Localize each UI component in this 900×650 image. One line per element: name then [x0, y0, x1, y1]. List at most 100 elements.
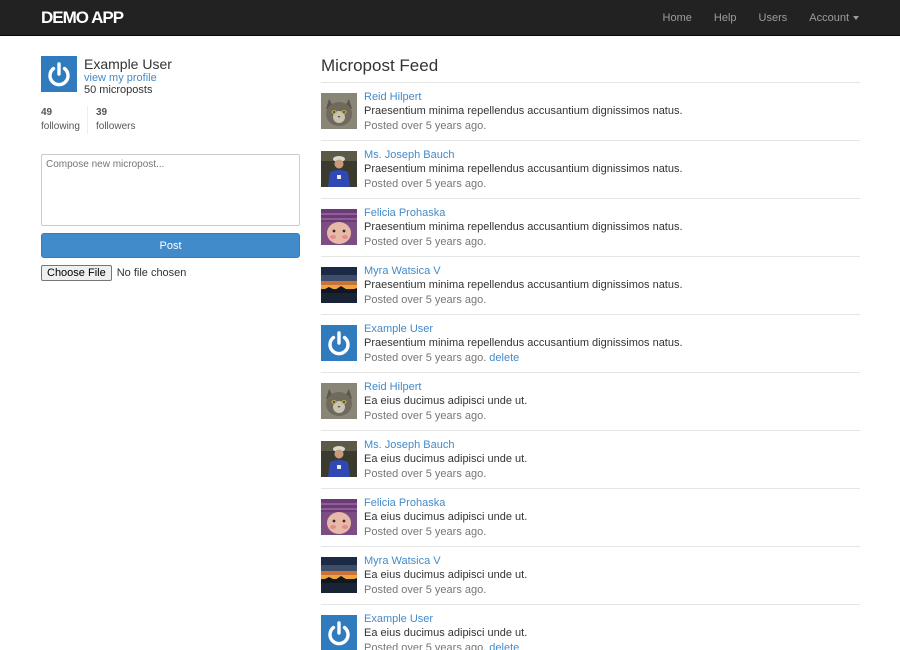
post-user-link[interactable]: Example User [364, 613, 433, 625]
stats: 49 following 39 followers [41, 106, 300, 136]
post-content: Praesentium minima repellendus accusanti… [364, 163, 683, 175]
cat-icon [321, 383, 357, 419]
person-icon [321, 441, 357, 477]
post-content: Ea eius ducimus adipisci unde ut. [364, 627, 528, 639]
post-content: Ea eius ducimus adipisci unde ut. [364, 511, 528, 523]
brand-logo[interactable]: DEMO APP [41, 8, 124, 28]
micropost: Example User Ea eius ducimus adipisci un… [321, 605, 860, 650]
post-avatar[interactable] [321, 151, 357, 187]
account-dropdown[interactable]: Account [809, 12, 859, 24]
post-avatar[interactable] [321, 267, 357, 303]
post-avatar[interactable] [321, 325, 357, 361]
post-timestamp: Posted over 5 years ago. [364, 178, 486, 190]
post-time-text: Posted over 5 years ago. [364, 352, 487, 364]
post-user-link[interactable]: Myra Watsica V [364, 265, 441, 277]
caret-down-icon [853, 15, 859, 20]
nav-help-link[interactable]: Help [714, 12, 737, 24]
post-avatar[interactable] [321, 615, 357, 650]
account-label: Account [809, 11, 849, 24]
micropost: Example User Praesentium minima repellen… [321, 315, 860, 373]
following-stat[interactable]: 49 following [41, 106, 80, 134]
feed-list: Reid Hilpert Praesentium minima repellen… [321, 83, 860, 650]
post-timestamp: Posted over 5 years ago. [364, 410, 486, 422]
post-user-link[interactable]: Reid Hilpert [364, 381, 421, 393]
feed-title: Micropost Feed [321, 56, 860, 83]
choose-file-button[interactable]: Choose File [41, 265, 112, 281]
micropost: Myra Watsica V Ea eius ducimus adipisci … [321, 547, 860, 605]
compose-textarea[interactable] [41, 154, 300, 226]
micropost: Felicia Prohaska Praesentium minima repe… [321, 199, 860, 257]
post-user-link[interactable]: Felicia Prohaska [364, 207, 445, 219]
post-content: Ea eius ducimus adipisci unde ut. [364, 453, 528, 465]
post-timestamp: Posted over 5 years ago. [364, 294, 486, 306]
user-name: Example User [84, 56, 172, 72]
user-avatar[interactable] [41, 56, 77, 92]
post-avatar[interactable] [321, 557, 357, 593]
post-time-text: Posted over 5 years ago. [364, 526, 487, 538]
following-count: 49 [41, 107, 53, 118]
person-icon [321, 151, 357, 187]
sunset-icon [321, 557, 357, 593]
micropost: Reid Hilpert Praesentium minima repellen… [321, 83, 860, 141]
navbar: DEMO APP Home Help Users Account [0, 0, 900, 36]
post-time-text: Posted over 5 years ago. [364, 410, 487, 422]
followers-stat[interactable]: 39 followers [87, 106, 135, 134]
file-input: Choose File No file chosen [41, 265, 300, 281]
nav-home-link[interactable]: Home [663, 12, 692, 24]
post-time-text: Posted over 5 years ago. [364, 178, 487, 190]
power-icon [321, 325, 357, 361]
nav-users-link[interactable]: Users [759, 12, 788, 24]
micropost: Ms. Joseph Bauch Ea eius ducimus adipisc… [321, 431, 860, 489]
post-timestamp: Posted over 5 years ago. [364, 526, 486, 538]
post-avatar[interactable] [321, 209, 357, 245]
delete-post-link[interactable]: delete [489, 642, 519, 650]
post-time-text: Posted over 5 years ago. [364, 294, 487, 306]
baby-icon [321, 499, 357, 535]
micropost: Myra Watsica V Praesentium minima repell… [321, 257, 860, 315]
power-icon [321, 615, 357, 650]
post-user-link[interactable]: Reid Hilpert [364, 91, 421, 103]
post-user-link[interactable]: Ms. Joseph Bauch [364, 149, 455, 161]
post-timestamp: Posted over 5 years ago. delete [364, 642, 519, 650]
followers-count: 39 [96, 107, 108, 118]
baby-icon [321, 209, 357, 245]
post-avatar[interactable] [321, 441, 357, 477]
post-timestamp: Posted over 5 years ago. [364, 468, 486, 480]
micropost-count: 50 microposts [84, 84, 153, 96]
sidebar: Example User view my profile 50 micropos… [41, 56, 300, 281]
post-timestamp: Posted over 5 years ago. [364, 584, 486, 596]
micropost: Felicia Prohaska Ea eius ducimus adipisc… [321, 489, 860, 547]
post-timestamp: Posted over 5 years ago. delete [364, 352, 519, 364]
micropost: Ms. Joseph Bauch Praesentium minima repe… [321, 141, 860, 199]
power-icon [41, 56, 77, 92]
post-time-text: Posted over 5 years ago. [364, 468, 487, 480]
post-content: Ea eius ducimus adipisci unde ut. [364, 395, 528, 407]
delete-post-link[interactable]: delete [489, 352, 519, 364]
micropost: Reid Hilpert Ea eius ducimus adipisci un… [321, 373, 860, 431]
post-content: Praesentium minima repellendus accusanti… [364, 221, 683, 233]
cat-icon [321, 93, 357, 129]
post-user-link[interactable]: Felicia Prohaska [364, 497, 445, 509]
post-user-link[interactable]: Ms. Joseph Bauch [364, 439, 455, 451]
post-content: Ea eius ducimus adipisci unde ut. [364, 569, 528, 581]
file-status: No file chosen [116, 267, 187, 279]
nav-links: Home Help Users Account [641, 0, 859, 35]
post-timestamp: Posted over 5 years ago. [364, 236, 486, 248]
post-content: Praesentium minima repellendus accusanti… [364, 279, 683, 291]
post-avatar[interactable] [321, 93, 357, 129]
view-profile-link[interactable]: view my profile [84, 72, 157, 84]
post-time-text: Posted over 5 years ago. [364, 642, 487, 650]
post-button[interactable]: Post [41, 233, 300, 258]
post-user-link[interactable]: Myra Watsica V [364, 555, 441, 567]
post-timestamp: Posted over 5 years ago. [364, 120, 486, 132]
sunset-icon [321, 267, 357, 303]
post-time-text: Posted over 5 years ago. [364, 584, 487, 596]
user-info: Example User view my profile 50 micropos… [41, 56, 300, 96]
post-avatar[interactable] [321, 499, 357, 535]
following-label: following [41, 121, 80, 132]
post-content: Praesentium minima repellendus accusanti… [364, 337, 683, 349]
post-user-link[interactable]: Example User [364, 323, 433, 335]
feed: Micropost Feed Reid Hilpert Praesentium … [321, 56, 860, 650]
post-avatar[interactable] [321, 383, 357, 419]
followers-label: followers [96, 121, 136, 132]
